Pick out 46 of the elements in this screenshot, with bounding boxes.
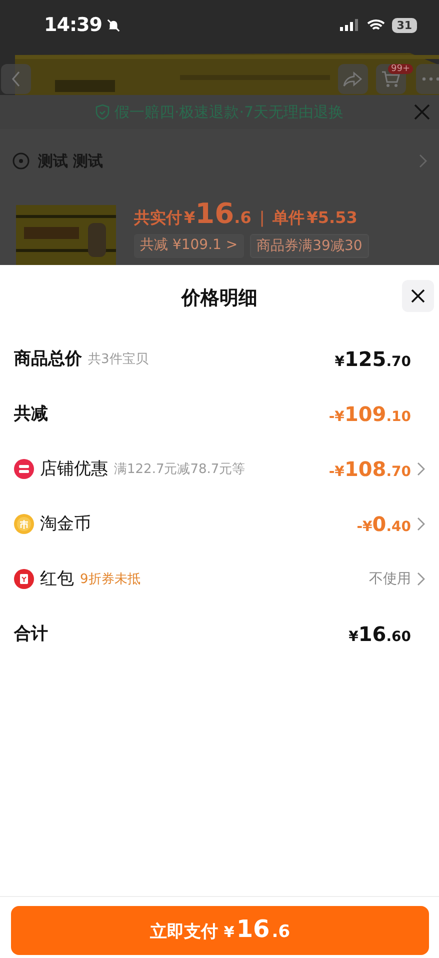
close-button[interactable]: [402, 280, 434, 312]
paid-label: 共实付: [134, 208, 182, 229]
sheet-title: 价格明细: [182, 286, 258, 311]
price-amount: ¥125.70: [334, 346, 411, 370]
cart-icon: [381, 70, 401, 88]
price-amount: -¥108.70: [328, 456, 411, 480]
price-amount: ¥16.60: [348, 622, 411, 646]
back-icon: [11, 71, 21, 87]
unit-label: 单件: [272, 208, 305, 229]
row-note: 9折券未抵: [80, 570, 140, 588]
row-note: 满122.7元减78.7元等: [114, 460, 246, 478]
row-label: 合计: [14, 623, 48, 645]
row-label: 红包: [40, 568, 74, 590]
share-icon: [343, 71, 363, 87]
pay-button[interactable]: 立即支付 ¥16.6: [11, 906, 429, 955]
back-button[interactable]: [1, 64, 31, 94]
more-button[interactable]: [416, 64, 439, 94]
paid-price: ¥16.6: [184, 197, 252, 230]
envelope-icon: [14, 568, 34, 588]
share-button[interactable]: [338, 64, 368, 94]
battery-level: 31: [392, 18, 417, 32]
separator-text: |: [259, 208, 265, 227]
row-value: 不使用: [369, 570, 411, 588]
shop-icon: [14, 458, 34, 478]
row-note: 共3件宝贝: [88, 350, 148, 368]
more-icon: [422, 77, 439, 81]
close-icon: [410, 288, 426, 304]
shield-icon: [95, 104, 110, 120]
row-label: 商品总价: [14, 348, 82, 370]
price-amount: -¥0.40: [356, 512, 411, 536]
signal-icon: [340, 19, 360, 31]
status-time: 14:39: [44, 14, 102, 36]
close-icon: [413, 103, 431, 121]
coin-icon: [14, 514, 34, 534]
coupon-tag: 商品券满39减30: [250, 234, 370, 258]
row-label: 共减: [14, 403, 48, 425]
muted-bell-icon: [106, 18, 121, 32]
location-icon: [12, 152, 30, 170]
row-label: 店铺优惠: [40, 458, 108, 480]
chevron-right-icon: [419, 154, 427, 168]
wifi-icon: [366, 18, 385, 32]
row-label: 淘金币: [40, 513, 91, 535]
discount-tag[interactable]: 共减 ¥109.1 >: [134, 234, 244, 258]
price-amount: -¥109.10: [328, 402, 411, 426]
cart-count-badge: 99+: [388, 64, 413, 74]
unit-price: ¥5.53: [306, 208, 358, 227]
